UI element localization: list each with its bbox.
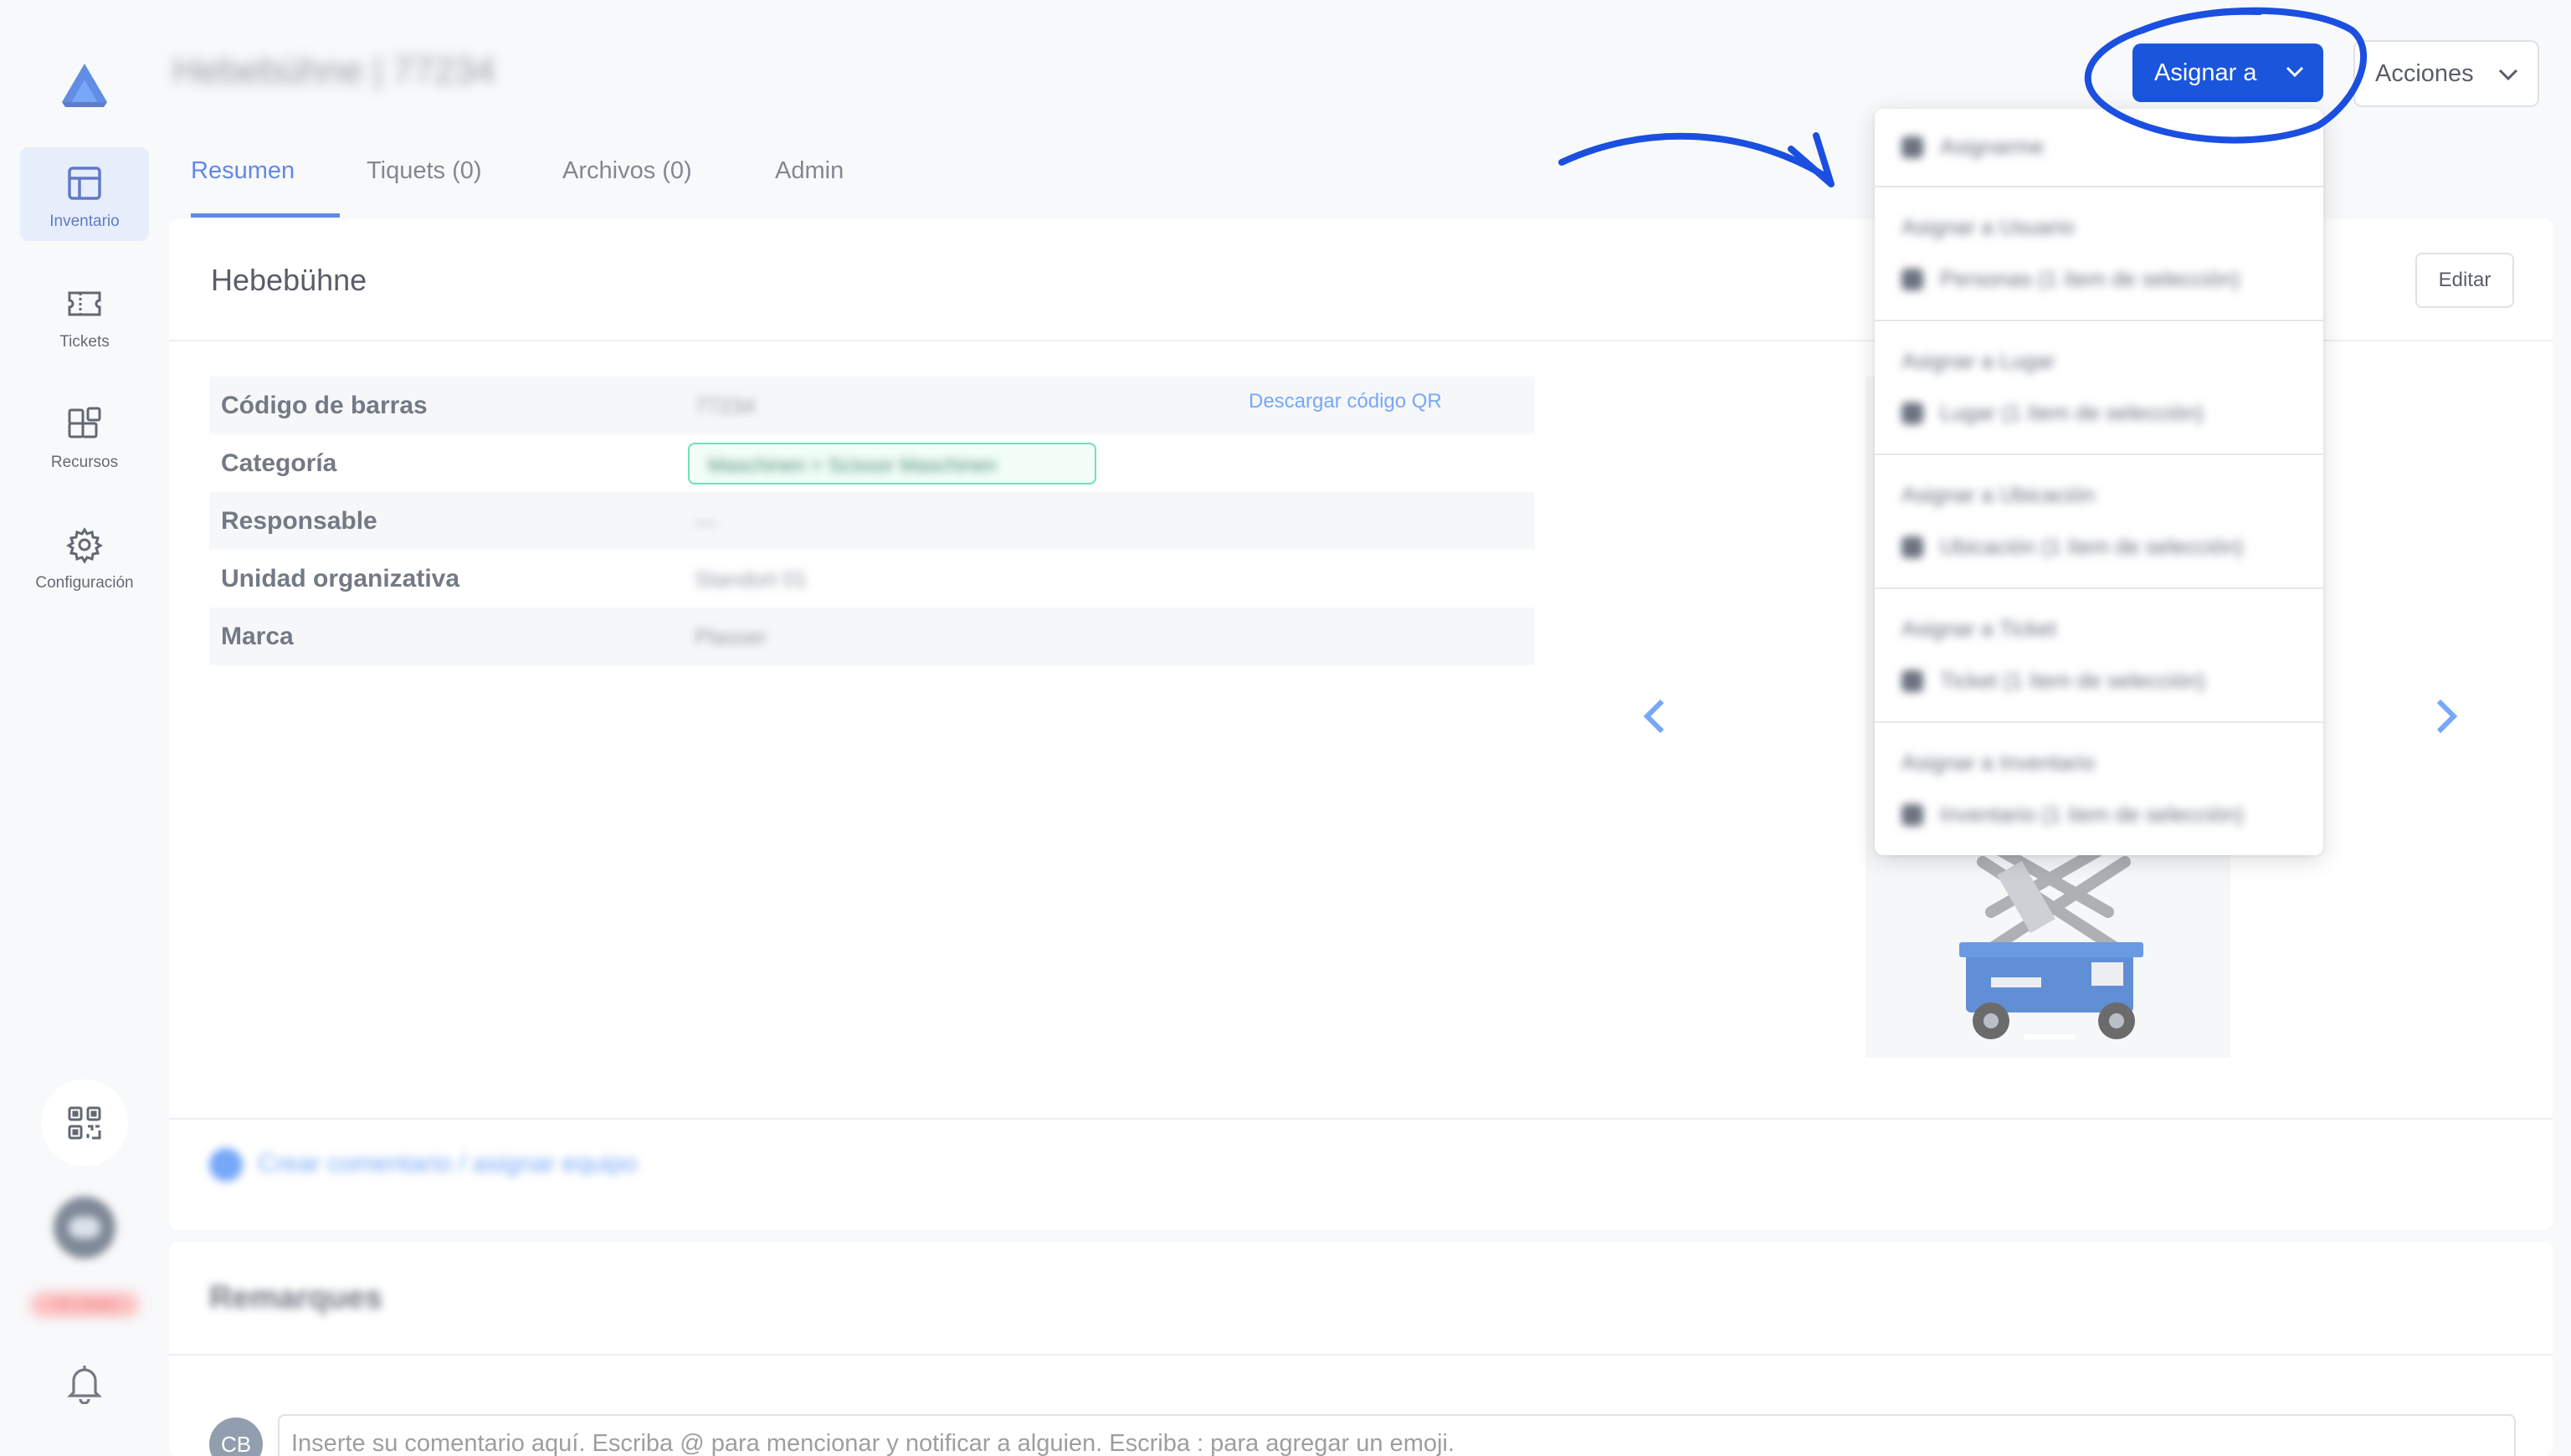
sidebar: Inventario Tickets Recursos Configuració… xyxy=(0,0,169,1456)
details-table: Código de barras 77234 Descargar código … xyxy=(209,377,1535,665)
user-avatar[interactable] xyxy=(54,1197,115,1259)
sidebar-item-label: Tickets xyxy=(59,333,110,351)
chevron-down-icon xyxy=(2286,66,2304,78)
menu-item-assign-inventory[interactable]: Asignar a Inventario Inventario (1 ítem … xyxy=(1875,723,2323,855)
edit-button[interactable]: Editar xyxy=(2415,253,2514,308)
tab-tiquets[interactable]: Tiquets (0) xyxy=(367,157,482,218)
page-title: Hebebühne | 77234 xyxy=(172,50,495,91)
detail-value: — xyxy=(695,509,716,534)
chevron-down-icon xyxy=(2498,69,2518,81)
sidebar-item-configuracion[interactable]: Configuración xyxy=(20,509,149,602)
sidebar-item-recursos[interactable]: Recursos xyxy=(20,388,149,482)
annotation-arrow xyxy=(1558,132,1828,179)
menu-item-assign-ticket[interactable]: Asignar a Ticket Ticket (1 ítem de selec… xyxy=(1875,589,2323,721)
detail-key: Categoría xyxy=(221,449,337,477)
qr-code-icon xyxy=(68,1106,101,1140)
chevron-left-icon[interactable] xyxy=(1639,696,1672,736)
status-badge: Sin trabajo xyxy=(30,1292,139,1317)
menu-item-assign-location[interactable]: Asignar a Ubicación Ubicación (1 ítem de… xyxy=(1875,455,2323,587)
category-tag[interactable]: Maschinen > Scissor Maschinen xyxy=(688,443,1096,484)
comments-card: Remarques CB xyxy=(169,1242,2553,1456)
detail-row-brand: Marca Plasser xyxy=(209,608,1535,665)
ticket-icon xyxy=(68,291,101,316)
divider xyxy=(169,1118,2553,1120)
detail-key: Unidad organizativa xyxy=(221,565,460,592)
assign-button-label: Asignar a xyxy=(2154,59,2257,86)
sidebar-item-label: Inventario xyxy=(49,213,120,230)
bell-icon[interactable] xyxy=(64,1361,105,1404)
gear-icon xyxy=(66,527,103,564)
actions-button-label: Acciones xyxy=(2375,59,2474,87)
detail-key: Marca xyxy=(221,623,294,650)
comments-title: Remarques xyxy=(209,1280,382,1315)
sidebar-item-inventario[interactable]: Inventario xyxy=(20,147,149,241)
card-title: Hebebühne xyxy=(211,263,367,297)
detail-key: Responsable xyxy=(221,507,377,535)
menu-item-assign-user[interactable]: Asignar a Usuario Personas (1 ítem de se… xyxy=(1875,187,2323,320)
resources-icon xyxy=(68,407,101,438)
detail-value: Standort 01 xyxy=(695,567,808,592)
menu-item-assign-me[interactable]: Asignarme xyxy=(1875,109,2323,186)
assign-dropdown-menu: Asignarme Asignar a Usuario Personas (1 … xyxy=(1875,109,2323,855)
detail-value: 77234 xyxy=(695,393,756,418)
app-logo[interactable] xyxy=(60,62,109,107)
chevron-right-icon[interactable] xyxy=(2429,696,2462,736)
tab-archivos[interactable]: Archivos (0) xyxy=(562,157,692,218)
comment-link[interactable]: Crear comentario / asignar equipo xyxy=(209,1148,638,1182)
tab-resumen[interactable]: Resumen xyxy=(191,157,340,218)
detail-row-responsible: Responsable — xyxy=(209,492,1535,550)
menu-item-assign-place[interactable]: Asignar a Lugar Lugar (1 ítem de selecci… xyxy=(1875,321,2323,454)
sidebar-item-tickets[interactable]: Tickets xyxy=(20,268,149,361)
detail-row-barcode: Código de barras 77234 Descargar código … xyxy=(209,377,1535,434)
actions-button[interactable]: Acciones xyxy=(2353,40,2539,107)
grid-icon xyxy=(68,167,101,200)
download-qr-link[interactable]: Descargar código QR xyxy=(1249,390,1442,413)
detail-row-org-unit: Unidad organizativa Standort 01 xyxy=(209,550,1535,608)
comment-input[interactable] xyxy=(278,1414,2516,1456)
sidebar-item-label: Configuración xyxy=(35,574,134,592)
tab-admin[interactable]: Admin xyxy=(775,157,844,218)
divider xyxy=(169,1354,2553,1356)
detail-row-category: Categoría Maschinen > Scissor Maschinen xyxy=(209,434,1535,492)
sidebar-item-label: Recursos xyxy=(50,454,119,471)
comment-avatar: CB xyxy=(209,1418,263,1456)
qr-scan-button[interactable] xyxy=(41,1079,128,1166)
assign-to-button[interactable]: Asignar a xyxy=(2132,44,2323,102)
detail-key: Código de barras xyxy=(221,392,428,419)
detail-value: Plasser xyxy=(695,624,767,649)
